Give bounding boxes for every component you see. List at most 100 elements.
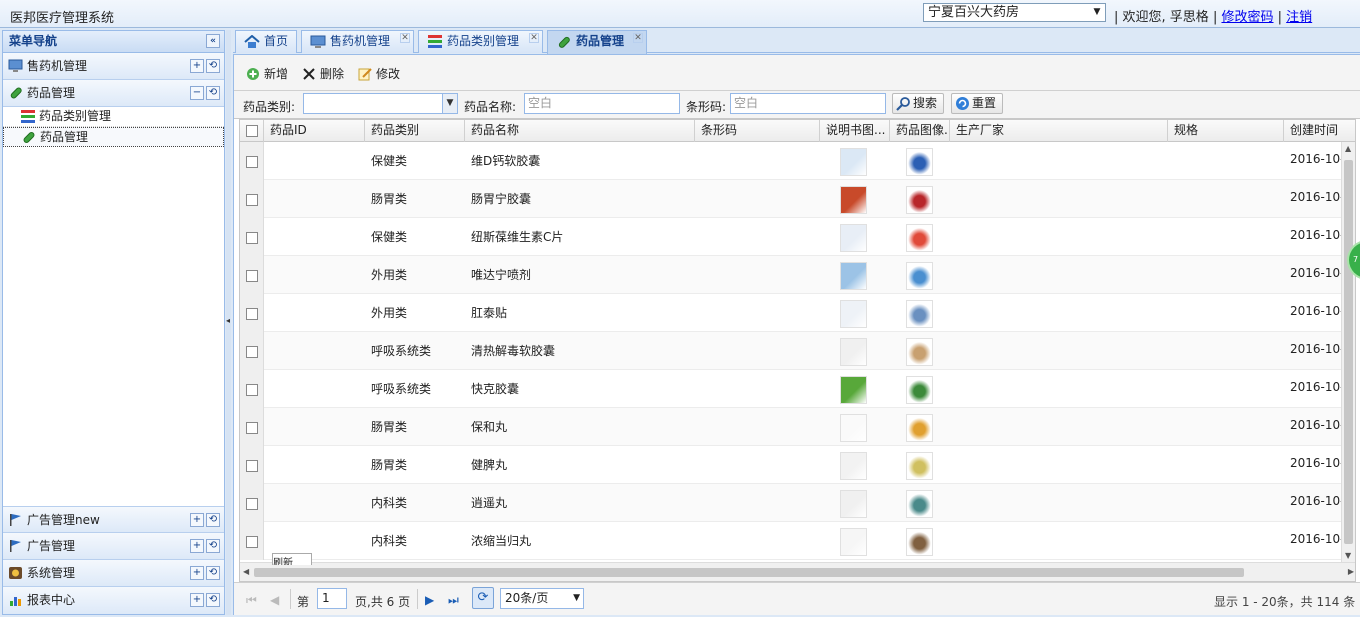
refresh-icon[interactable]: ⟳ [472, 587, 494, 609]
row-checkbox[interactable] [246, 384, 258, 396]
table-row[interactable]: 呼吸系统类 清热解毒软胶囊 2016-10-2 [240, 332, 1343, 370]
scroll-thumb[interactable] [254, 568, 1244, 577]
scroll-right-icon[interactable]: ▶ [1348, 567, 1354, 576]
drug-image-thumbnail[interactable] [906, 338, 933, 366]
column-header-spec[interactable]: 规格 [1168, 120, 1284, 142]
table-row[interactable]: 肠胃类 肠胃宁胶囊 2016-10-2 [240, 180, 1343, 218]
drug-image-thumbnail[interactable] [906, 300, 933, 328]
manual-image-thumbnail[interactable] [840, 148, 867, 176]
next-page-icon[interactable]: ▶ [425, 593, 434, 607]
drug-image-thumbnail[interactable] [906, 414, 933, 442]
delete-button[interactable]: 删除 [302, 65, 344, 83]
sidebar-group-system[interactable]: 系统管理 + ⟲ [3, 560, 224, 587]
prev-page-icon[interactable]: ◀ [270, 593, 279, 607]
refresh-button[interactable]: ⟲ [206, 593, 220, 607]
column-header-drug-id[interactable]: 药品ID [264, 120, 365, 142]
sidebar-item-drug-category[interactable]: 药品类别管理 [3, 107, 224, 127]
page-size-select[interactable]: 20条/页 ▼ [500, 588, 584, 609]
drug-image-thumbnail[interactable] [906, 186, 933, 214]
sidebar-item-drug-management[interactable]: 药品管理 [3, 127, 224, 147]
tab-vending[interactable]: 售药机管理 ✕ [301, 30, 414, 53]
first-page-icon[interactable]: ⏮ [246, 593, 257, 608]
table-row[interactable]: 内科类 逍遥丸 2016-10-2 [240, 484, 1343, 522]
last-page-icon[interactable]: ⏭ [448, 593, 459, 608]
table-row[interactable]: 外用类 唯达宁喷剂 2016-10-2 [240, 256, 1343, 294]
manual-image-thumbnail[interactable] [840, 376, 867, 404]
row-checkbox[interactable] [246, 308, 258, 320]
row-checkbox[interactable] [246, 232, 258, 244]
manual-image-thumbnail[interactable] [840, 490, 867, 518]
sidebar-group-drug[interactable]: 药品管理 − ⟲ [3, 80, 224, 107]
horizontal-scrollbar[interactable]: ◀ ▶ [240, 562, 1355, 581]
row-checkbox[interactable] [246, 460, 258, 472]
manual-image-thumbnail[interactable] [840, 262, 867, 290]
change-password-link[interactable]: 修改密码 [1221, 10, 1273, 25]
scroll-left-icon[interactable]: ◀ [243, 567, 249, 576]
reset-button[interactable]: 重置 [951, 93, 1004, 114]
page-number-input[interactable]: 1 [317, 588, 347, 609]
drug-image-thumbnail[interactable] [906, 528, 933, 556]
row-checkbox[interactable] [246, 346, 258, 358]
collapse-button[interactable]: − [190, 86, 204, 100]
table-row[interactable]: 保健类 纽斯葆维生素C片 2016-10-2 [240, 218, 1343, 256]
edit-button[interactable]: 修改 [358, 65, 400, 83]
drug-image-thumbnail[interactable] [906, 262, 933, 290]
drug-image-thumbnail[interactable] [906, 452, 933, 480]
row-checkbox[interactable] [246, 156, 258, 168]
scroll-down-icon[interactable]: ▼ [1345, 551, 1351, 560]
manual-image-thumbnail[interactable] [840, 414, 867, 442]
sidebar-splitter[interactable]: ◂ [226, 30, 231, 615]
store-select[interactable]: 宁夏百兴大药房 ▼ [923, 3, 1106, 22]
search-button[interactable]: 搜索 [892, 93, 945, 114]
table-row[interactable]: 肠胃类 健脾丸 2016-10-2 [240, 446, 1343, 484]
column-header-manufacturer[interactable]: 生产厂家 [950, 120, 1168, 142]
sidebar-group-ads[interactable]: 广告管理 + ⟲ [3, 533, 224, 560]
manual-image-thumbnail[interactable] [840, 528, 867, 556]
column-header-category[interactable]: 药品类别 [365, 120, 465, 142]
drug-image-thumbnail[interactable] [906, 224, 933, 252]
close-icon[interactable]: ✕ [529, 33, 539, 43]
row-checkbox[interactable] [246, 536, 258, 548]
drug-image-thumbnail[interactable] [906, 376, 933, 404]
table-row[interactable]: 肠胃类 保和丸 2016-10-2 [240, 408, 1343, 446]
select-all-checkbox[interactable] [246, 125, 258, 137]
barcode-input[interactable]: 空白 [730, 93, 886, 114]
expand-button[interactable]: + [190, 59, 204, 73]
sidebar-group-ads-new[interactable]: 广告管理new + ⟲ [3, 506, 224, 533]
tab-drug-category[interactable]: 药品类别管理 ✕ [418, 30, 543, 53]
row-checkbox[interactable] [246, 422, 258, 434]
row-checkbox[interactable] [246, 498, 258, 510]
column-header-drug-image[interactable]: 药品图像... [890, 120, 950, 142]
table-row[interactable]: 内科类 浓缩当归丸 2016-10-2 [240, 522, 1343, 560]
close-icon[interactable]: ✕ [633, 33, 643, 43]
scroll-up-icon[interactable]: ▲ [1345, 144, 1351, 153]
expand-button[interactable]: + [190, 566, 204, 580]
sidebar-group-vending[interactable]: 售药机管理 + ⟲ [3, 53, 224, 80]
logout-link[interactable]: 注销 [1286, 10, 1312, 25]
refresh-button[interactable]: ⟲ [206, 513, 220, 527]
table-row[interactable]: 呼吸系统类 快克胶囊 2016-10-2 [240, 370, 1343, 408]
manual-image-thumbnail[interactable] [840, 300, 867, 328]
row-checkbox[interactable] [246, 194, 258, 206]
drug-image-thumbnail[interactable] [906, 148, 933, 176]
manual-image-thumbnail[interactable] [840, 338, 867, 366]
expand-button[interactable]: + [190, 539, 204, 553]
row-checkbox[interactable] [246, 270, 258, 282]
add-button[interactable]: 新增 [246, 65, 288, 83]
close-icon[interactable]: ✕ [400, 33, 410, 43]
refresh-button[interactable]: ⟲ [206, 86, 220, 100]
expand-button[interactable]: + [190, 513, 204, 527]
category-filter-select[interactable]: ▼ [303, 93, 458, 114]
table-row[interactable]: 保健类 维D钙软胶囊 2016-10-2 [240, 142, 1343, 180]
manual-image-thumbnail[interactable] [840, 224, 867, 252]
tab-drug-management[interactable]: 药品管理 ✕ [547, 30, 647, 54]
column-header-name[interactable]: 药品名称 [465, 120, 695, 142]
column-header-barcode[interactable]: 条形码 [695, 120, 820, 142]
refresh-button[interactable]: ⟲ [206, 539, 220, 553]
collapse-sidebar-button[interactable]: « [206, 34, 220, 48]
drug-name-input[interactable]: 空白 [524, 93, 680, 114]
sidebar-group-reports[interactable]: 报表中心 + ⟲ [3, 587, 224, 614]
refresh-button[interactable]: ⟲ [206, 59, 220, 73]
expand-button[interactable]: + [190, 593, 204, 607]
tab-home[interactable]: 首页 [235, 30, 297, 53]
